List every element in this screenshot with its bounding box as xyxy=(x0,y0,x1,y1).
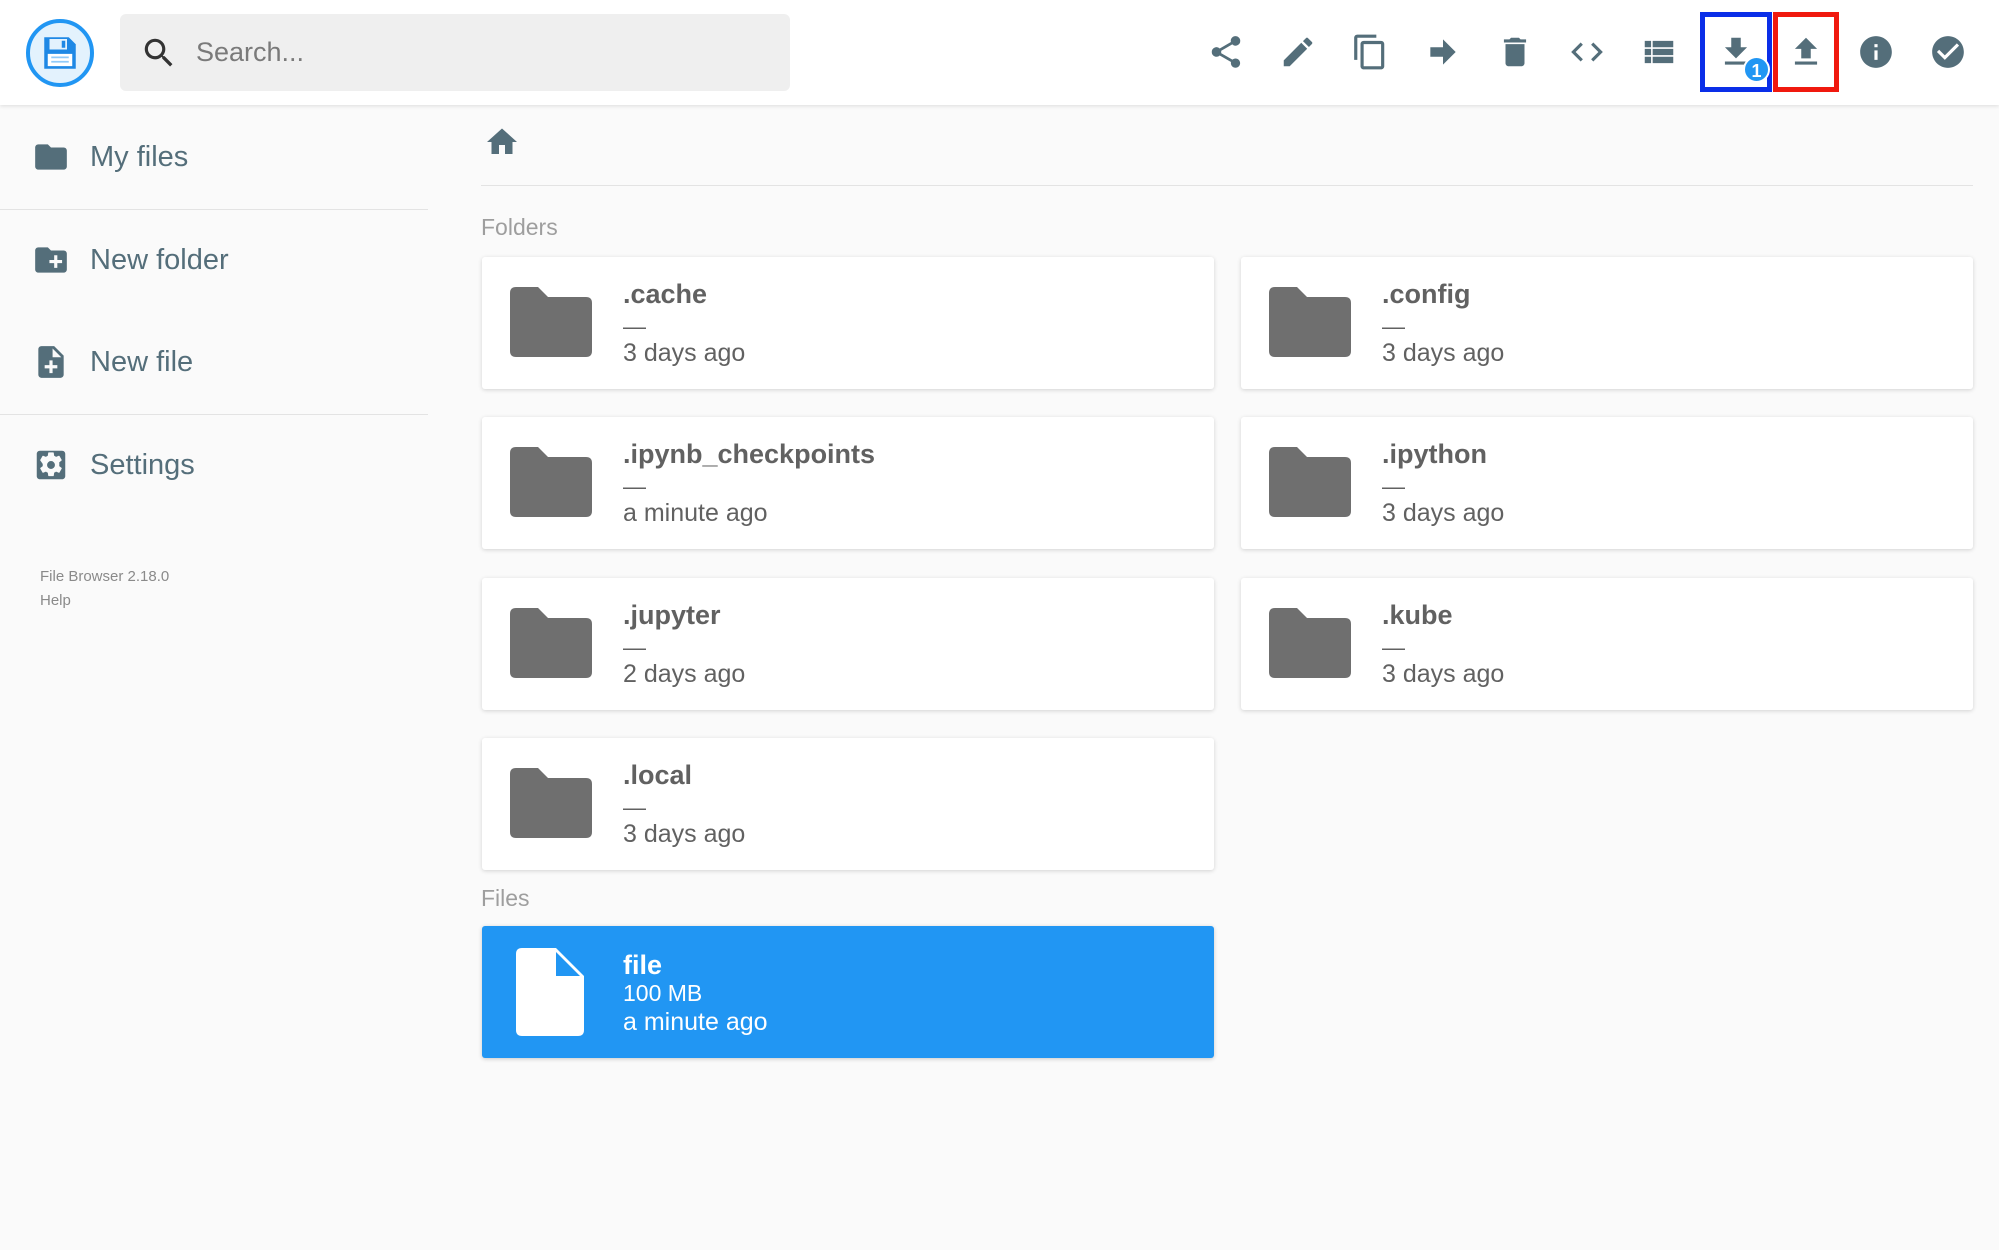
share-button[interactable] xyxy=(1190,16,1262,88)
folder-size: — xyxy=(1382,313,1405,339)
folder-name: .jupyter xyxy=(623,600,721,630)
folder-size: — xyxy=(623,313,646,339)
folder-size: — xyxy=(623,634,646,660)
folder-modified: 3 days ago xyxy=(1382,660,1505,688)
home-icon xyxy=(487,128,517,154)
folder-icon xyxy=(504,604,594,684)
folder-name: .ipynb_checkpoints xyxy=(623,439,876,469)
info-icon xyxy=(1860,36,1892,68)
file-name: file xyxy=(623,950,663,980)
folder-icon xyxy=(35,144,67,170)
info-button[interactable] xyxy=(1840,16,1912,88)
settings-icon xyxy=(36,450,66,480)
folder-modified: 3 days ago xyxy=(1382,339,1505,367)
folder-name: .local xyxy=(623,760,693,790)
sidebar-item-my-files[interactable]: My files xyxy=(0,107,428,207)
upload-button[interactable] xyxy=(1773,12,1839,92)
folder-item[interactable]: .kube — 3 days ago xyxy=(1241,578,1973,710)
copy-icon xyxy=(1354,34,1385,70)
file-size: 100 MB xyxy=(623,980,703,1006)
folder-item[interactable]: .local — 3 days ago xyxy=(482,738,1214,870)
folder-name: .cache xyxy=(623,279,708,309)
copy-button[interactable] xyxy=(1334,16,1406,88)
download-button[interactable]: 1 xyxy=(1700,12,1772,92)
file-modified: a minute ago xyxy=(623,1008,768,1036)
sidebar-item-label: Settings xyxy=(90,448,195,481)
pencil-icon xyxy=(1283,37,1313,67)
share-icon xyxy=(1211,36,1241,68)
folder-item[interactable]: .ipython — 3 days ago xyxy=(1241,417,1973,549)
rename-button[interactable] xyxy=(1262,16,1334,88)
create-folder-icon xyxy=(35,247,67,273)
folder-icon xyxy=(1263,283,1353,363)
folder-item[interactable]: .jupyter — 2 days ago xyxy=(482,578,1214,710)
sidebar-item-label: My files xyxy=(90,140,189,173)
folder-modified: 2 days ago xyxy=(623,660,746,688)
credits: File Browser 2.18.0 Help xyxy=(40,565,169,613)
upload-icon xyxy=(1794,37,1818,65)
list-icon xyxy=(1644,40,1674,64)
folder-item[interactable]: .config — 3 days ago xyxy=(1241,257,1973,389)
folder-icon xyxy=(1263,443,1353,523)
folder-size: — xyxy=(1382,473,1405,499)
sidebar: My files New folder New file Settings Fi… xyxy=(0,105,428,1250)
search-bar[interactable] xyxy=(120,14,790,91)
move-button[interactable] xyxy=(1407,16,1479,88)
header: 1 xyxy=(0,0,1999,105)
code-icon xyxy=(1571,42,1603,62)
sidebar-item-new-folder[interactable]: New folder xyxy=(0,210,428,310)
download-count-badge: 1 xyxy=(1743,56,1770,83)
check-circle-icon xyxy=(1932,36,1964,68)
folders-section-title: Folders xyxy=(481,214,558,240)
sidebar-item-settings[interactable]: Settings xyxy=(0,415,428,515)
select-button[interactable] xyxy=(1912,16,1984,88)
folder-size: — xyxy=(623,794,646,820)
sidebar-item-label: New folder xyxy=(90,243,229,276)
folder-name: .kube xyxy=(1382,600,1453,630)
version-label: File Browser 2.18.0 xyxy=(40,568,170,585)
folder-modified: 3 days ago xyxy=(1382,499,1505,527)
view-mode-button[interactable] xyxy=(1623,16,1695,88)
folder-size: — xyxy=(1382,634,1405,660)
file-icon xyxy=(510,946,590,1038)
sidebar-item-label: New file xyxy=(90,345,194,378)
search-icon xyxy=(144,38,173,66)
folder-name: .config xyxy=(1382,279,1471,309)
breadcrumb-home[interactable] xyxy=(484,124,520,160)
folder-item[interactable]: .cache — 3 days ago xyxy=(482,257,1214,389)
files-section-title: Files xyxy=(481,885,530,911)
folder-icon xyxy=(504,283,594,363)
logo-graphic xyxy=(44,37,76,69)
arrow-right-icon xyxy=(1430,39,1456,65)
delete-button[interactable] xyxy=(1479,16,1551,88)
folder-modified: a minute ago xyxy=(623,499,768,527)
trash-icon xyxy=(1503,37,1527,67)
folder-item[interactable]: .ipynb_checkpoints — a minute ago xyxy=(482,417,1214,549)
file-item[interactable]: file 100 MB a minute ago xyxy=(482,926,1214,1058)
floppy-disk-icon[interactable] xyxy=(26,19,94,87)
folder-modified: 3 days ago xyxy=(623,339,746,367)
folder-icon xyxy=(1263,604,1353,684)
folder-modified: 3 days ago xyxy=(623,820,746,848)
search-input[interactable] xyxy=(196,37,756,68)
help-link[interactable]: Help xyxy=(40,589,169,613)
folder-icon xyxy=(504,443,594,523)
note-add-icon xyxy=(38,346,64,378)
folder-size: — xyxy=(623,473,646,499)
breadcrumb-divider xyxy=(481,185,1973,186)
embed-button[interactable] xyxy=(1551,16,1623,88)
folder-icon xyxy=(504,764,594,844)
folder-name: .ipython xyxy=(1382,439,1487,469)
sidebar-item-new-file[interactable]: New file xyxy=(0,312,428,412)
